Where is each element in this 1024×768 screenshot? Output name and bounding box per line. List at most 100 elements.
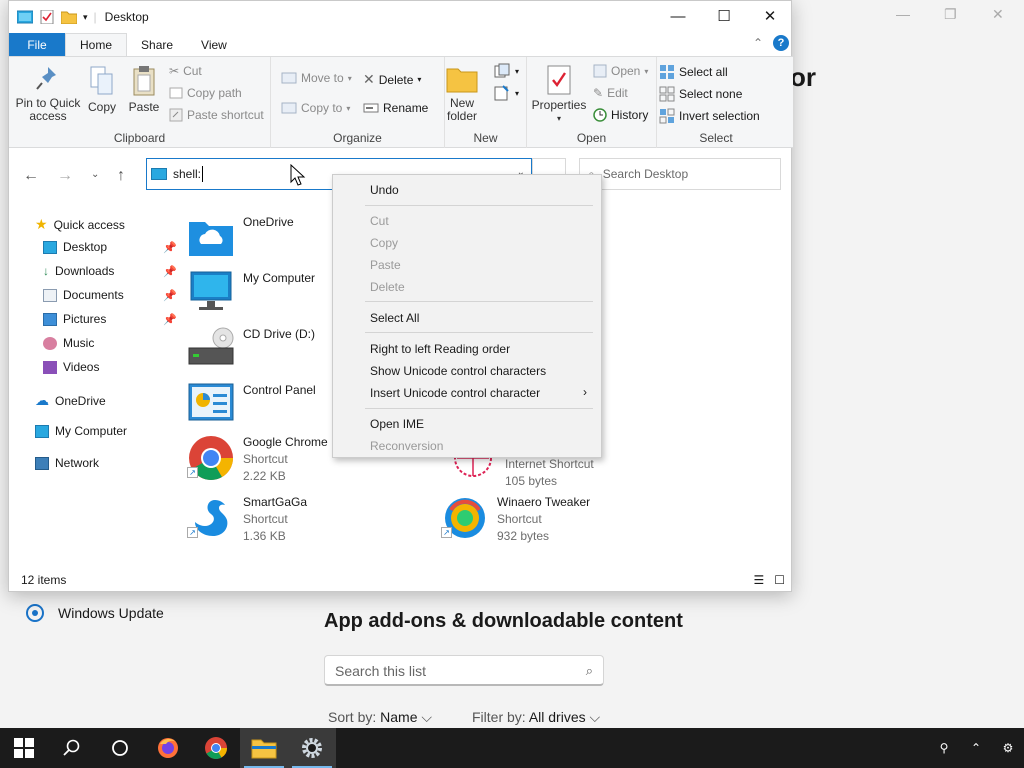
properties-icon[interactable] [39,10,55,24]
sidebar-item-downloads[interactable]: ↓ Downloads 📌 [43,264,177,278]
file-item-my-computer[interactable]: My Computer [187,270,315,314]
sort-dropdown[interactable]: Sort by: Name ⌵ [328,709,432,726]
search-icon [63,739,80,756]
search-list-input[interactable]: Search this list ⌕ [324,655,604,686]
collapse-ribbon-icon[interactable]: ⌃ [753,36,763,50]
minimize-icon[interactable]: — [896,6,910,22]
menu-item-insert-unicode[interactable]: Insert Unicode control character [370,386,540,400]
rename-button[interactable]: Rename [363,101,428,115]
sidebar-item-quick-access[interactable]: ★ Quick access [35,216,125,233]
sidebar-item-videos[interactable]: Videos [43,360,99,374]
file-item-onedrive[interactable]: OneDrive [187,214,294,258]
copy-to-button[interactable]: Copy to ▾ [281,101,350,115]
scissors-icon: ✂ [169,64,180,78]
settings-caption-buttons: — ❐ ✕ [874,0,1024,32]
file-name: SmartGaGa [243,495,308,509]
menu-item-delete[interactable]: Delete [370,280,405,294]
ribbon-tabs: File Home Share View [9,33,793,56]
history-button[interactable]: History [593,108,648,122]
tab-view[interactable]: View [187,33,241,56]
people-icon[interactable]: ⚲ [928,741,960,755]
menu-item-show-unicode[interactable]: Show Unicode control characters [370,364,546,378]
new-folder-button[interactable]: New folder [445,65,479,123]
chevron-up-icon[interactable]: ⌃ [960,741,992,755]
sidebar-item-windows-update[interactable]: Windows Update [26,604,164,622]
sidebar-item-onedrive[interactable]: ☁ OneDrive [35,392,106,409]
pin-icon[interactable]: 📌 [163,289,177,302]
history-icon [593,108,607,122]
sidebar-item-music[interactable]: Music [43,336,94,350]
copy-path-button[interactable]: Copy path [169,86,242,100]
select-all-button[interactable]: Select all [659,64,728,80]
edit-button[interactable]: ✎ Edit [593,86,628,100]
properties-button[interactable]: Properties ▾ [531,65,587,125]
sidebar-item-documents[interactable]: Documents 📌 [43,288,177,302]
menu-item-rtl-reading-order[interactable]: Right to left Reading order [370,342,510,356]
menu-item-select-all[interactable]: Select All [370,311,419,325]
move-to-icon [281,72,297,84]
sidebar-item-my-computer[interactable]: My Computer [35,424,127,438]
forward-arrow-icon[interactable]: → [57,167,73,185]
easy-access-button[interactable]: ▾ [493,85,519,101]
help-icon[interactable]: ? [773,35,789,51]
taskbar-settings[interactable] [288,728,336,768]
file-item-google-chrome[interactable]: ↗ Google Chrome Shortcut 2.22 KB [187,434,328,485]
taskbar-file-explorer[interactable] [240,728,288,768]
taskbar-search-button[interactable] [48,728,96,768]
file-name: My Computer [243,271,316,285]
file-item-control-panel[interactable]: Control Panel [187,382,316,426]
pin-icon[interactable]: 📌 [163,313,177,326]
pin-icon[interactable]: 📌 [163,241,177,254]
select-none-button[interactable]: Select none [659,86,742,102]
start-button[interactable] [0,728,48,768]
search-input[interactable]: ⌕ Search Desktop [579,158,781,190]
title-bar[interactable]: ▾ | Desktop — ☐ ✕ [9,1,793,33]
menu-item-reconversion[interactable]: Reconversion [370,439,443,453]
minimize-button[interactable]: — [655,1,701,31]
close-button[interactable]: ✕ [747,1,793,31]
sidebar-item-pictures[interactable]: Pictures 📌 [43,312,177,326]
sidebar-item-network[interactable]: Network [35,456,99,470]
restore-icon[interactable]: ❐ [944,6,957,23]
tab-home[interactable]: Home [65,33,128,56]
delete-button[interactable]: ✕ Delete ▾ [363,71,421,88]
paste-button[interactable]: Paste [125,65,163,114]
taskbar-chrome[interactable] [192,728,240,768]
maximize-button[interactable]: ☐ [701,1,747,31]
sidebar-item-desktop[interactable]: Desktop 📌 [43,240,177,254]
invert-selection-button[interactable]: Invert selection [659,108,760,124]
close-icon[interactable]: ✕ [992,6,1004,23]
new-folder-icon[interactable] [61,10,77,24]
file-item-smartgaga[interactable]: ↗ SmartGaGa Shortcut 1.36 KB [187,494,307,545]
taskbar-firefox[interactable] [144,728,192,768]
copy-button[interactable]: Copy [83,65,121,114]
recent-locations-chevron-icon[interactable]: ⌄ [91,169,99,180]
chevron-down-icon: ▾ [515,66,520,76]
menu-item-cut[interactable]: Cut [370,214,389,228]
back-arrow-icon[interactable]: ← [23,167,39,185]
large-icons-view-icon[interactable]: ☐ [774,573,785,587]
menu-item-undo[interactable]: Undo [370,183,399,197]
file-item-internet-shortcut[interactable]: Internet Shortcut 105 bytes [449,456,594,490]
tab-file[interactable]: File [9,33,65,56]
customize-qat-icon[interactable]: ▾ [83,12,88,23]
chrome-icon [205,737,227,759]
up-arrow-icon[interactable]: ↑ [117,167,125,185]
file-item-cd-drive[interactable]: CD Drive (D:) [187,326,315,370]
cut-button[interactable]: ✂ Cut [169,64,202,78]
settings-gear-icon[interactable]: ⚙ [992,741,1024,755]
new-item-button[interactable]: ▾ [493,63,519,79]
filter-dropdown[interactable]: Filter by: All drives ⌵ [472,709,600,726]
menu-item-copy[interactable]: Copy [370,236,398,250]
paste-shortcut-button[interactable]: Paste shortcut [169,108,264,122]
pin-to-quick-access-button[interactable]: Pin to Quick access [15,65,81,123]
move-to-button[interactable]: Move to ▾ [281,71,352,85]
file-item-winaero-tweaker[interactable]: ↗ Winaero Tweaker Shortcut 932 bytes [441,494,590,545]
menu-item-open-ime[interactable]: Open IME [370,417,424,431]
tab-share[interactable]: Share [127,33,187,56]
menu-item-paste[interactable]: Paste [370,258,401,272]
task-view-button[interactable] [96,728,144,768]
pin-icon[interactable]: 📌 [163,265,177,278]
details-view-icon[interactable]: ☰ [753,573,764,587]
open-button[interactable]: Open ▾ [593,64,648,78]
